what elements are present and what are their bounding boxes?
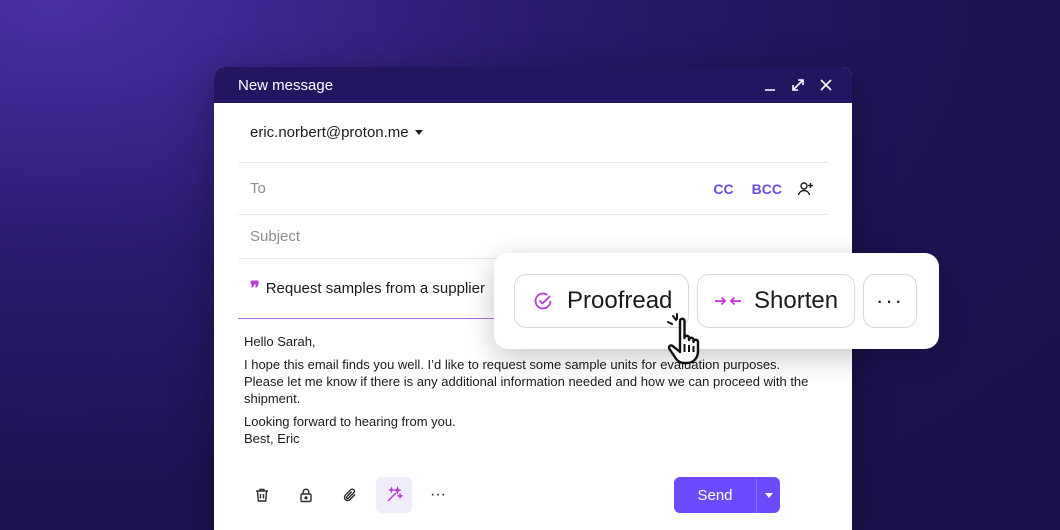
lock-icon[interactable]: [288, 477, 324, 513]
send-button-group: Send: [674, 477, 780, 513]
compose-toolbar: ··· Send: [214, 477, 852, 513]
window-title: New message: [238, 76, 334, 94]
send-button[interactable]: Send: [674, 477, 756, 513]
email-closing: Looking forward to hearing from you.: [244, 414, 456, 429]
expand-icon[interactable]: [784, 71, 812, 99]
chevron-down-icon: [414, 130, 423, 135]
quote-icon: ❞: [250, 278, 260, 299]
close-icon[interactable]: [812, 71, 840, 99]
from-address: eric.norbert@proton.me: [250, 124, 409, 141]
minimize-icon[interactable]: [756, 71, 784, 99]
compose-titlebar: New message: [214, 67, 852, 103]
email-paragraph: I hope this email finds you well. I’d li…: [244, 357, 809, 406]
add-contact-icon[interactable]: [796, 180, 814, 198]
shorten-label: Shorten: [754, 287, 839, 314]
paperclip-icon[interactable]: [332, 477, 368, 513]
from-selector[interactable]: eric.norbert@proton.me: [238, 103, 828, 163]
ai-more-button[interactable]: ···: [863, 274, 917, 328]
chevron-down-icon: [764, 492, 773, 498]
trash-icon[interactable]: [244, 477, 280, 513]
hand-pointer-icon: [664, 312, 726, 379]
proofread-button[interactable]: Proofread: [514, 274, 689, 328]
magic-wand-icon[interactable]: [376, 477, 412, 513]
to-placeholder: To: [250, 180, 266, 197]
ai-prompt-text: Request samples from a supplier: [265, 280, 485, 297]
more-icon[interactable]: ···: [420, 477, 456, 513]
proofread-label: Proofread: [567, 287, 673, 314]
to-field[interactable]: To CC BCC: [238, 163, 828, 215]
email-signature: Best, Eric: [244, 431, 300, 446]
subject-placeholder: Subject: [250, 228, 301, 245]
cc-button[interactable]: CC: [713, 181, 733, 197]
proofread-check-icon: [531, 289, 555, 313]
bcc-button[interactable]: BCC: [752, 181, 782, 197]
send-options-button[interactable]: [756, 477, 780, 513]
shorten-arrows-icon: [714, 293, 742, 309]
